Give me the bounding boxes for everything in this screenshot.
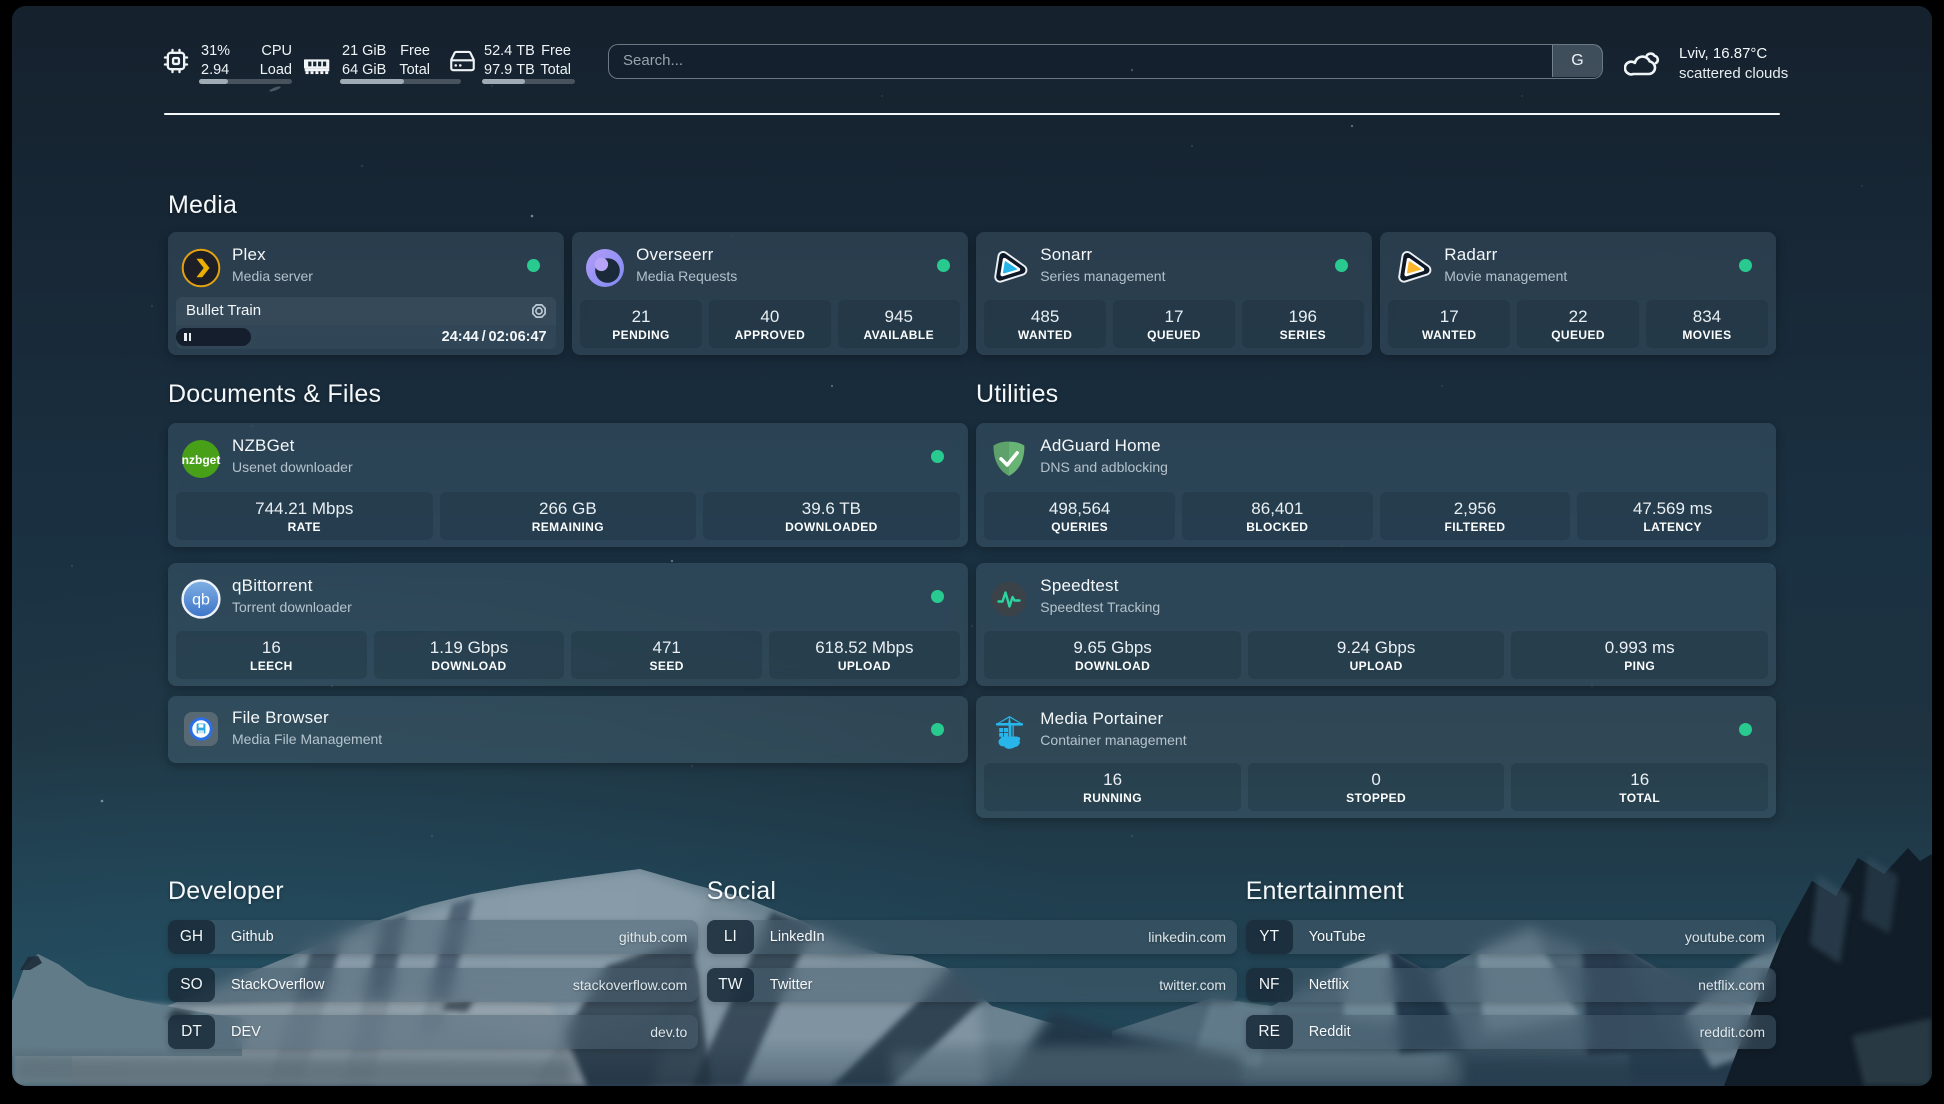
svg-text:qb: qb	[192, 592, 210, 609]
svg-text:nzbget: nzbget	[182, 453, 221, 467]
